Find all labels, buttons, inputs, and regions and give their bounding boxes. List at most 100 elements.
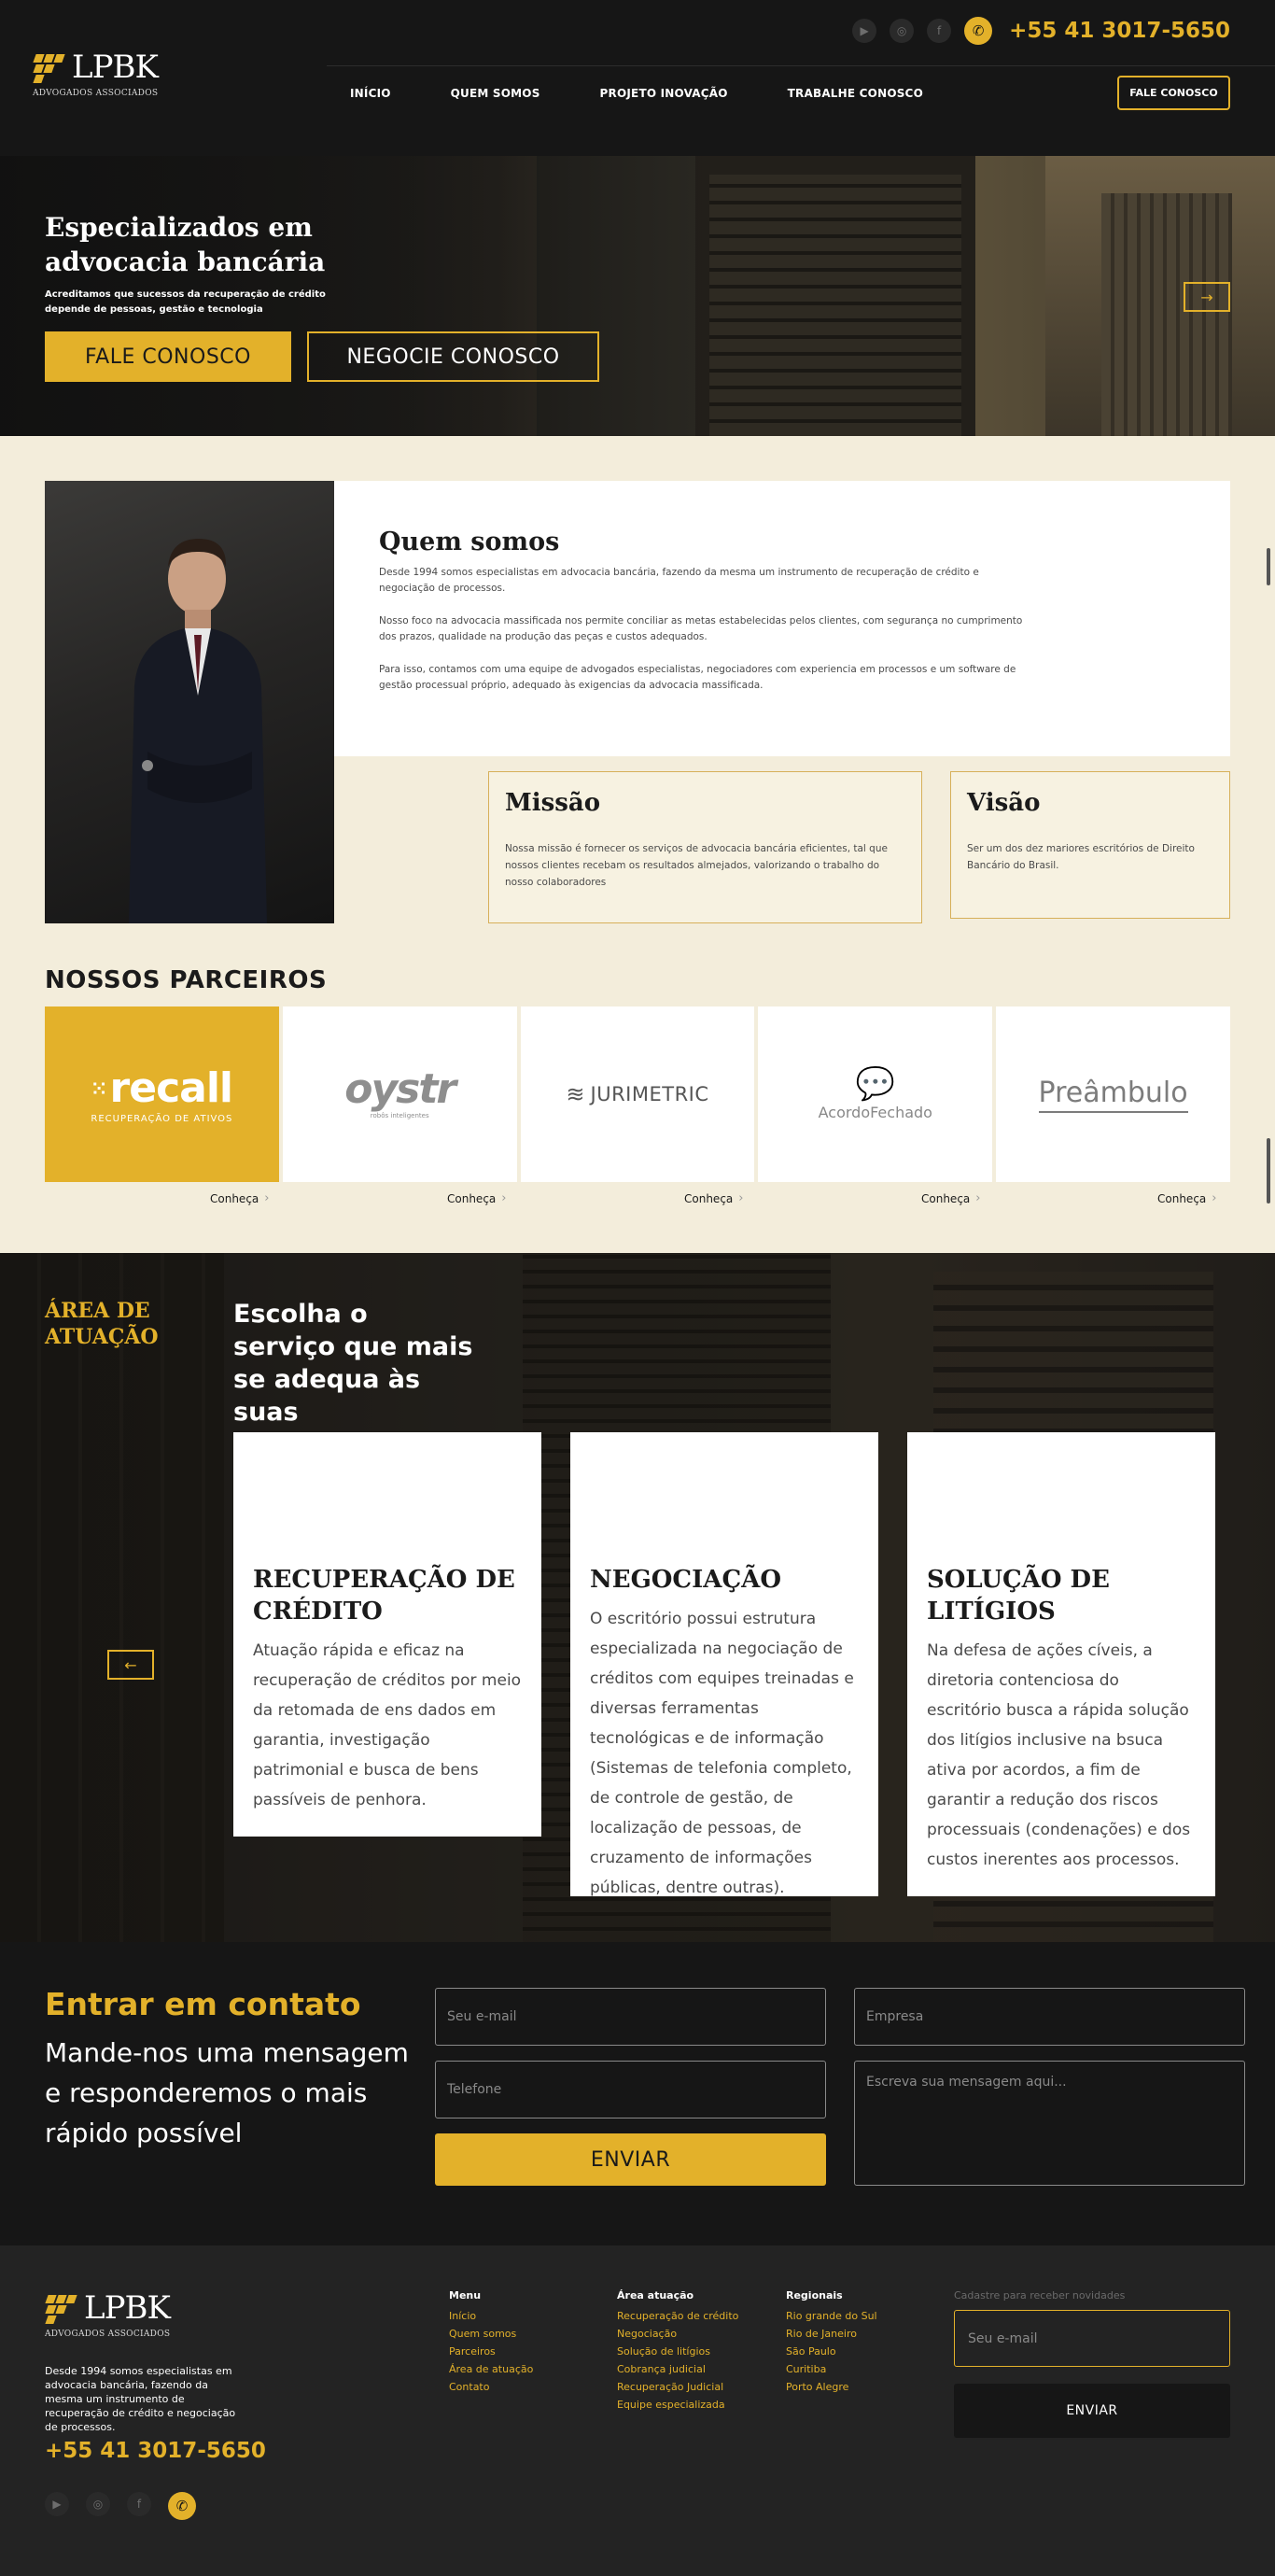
footer-logo[interactable]: LPBK ADVOGADOS ASSOCIADOS: [45, 2289, 171, 2339]
about-person-photo: [45, 481, 334, 923]
service-text: Atuação rápida e eficaz na recuperação d…: [253, 1641, 522, 1809]
partner-link-acordofechado[interactable]: Conheça ›: [921, 1191, 980, 1205]
nav-quem-somos[interactable]: QUEM SOMOS: [451, 87, 540, 100]
email-field[interactable]: Seu e-mail: [435, 1988, 826, 2046]
header-contact-button[interactable]: FALE CONOSCO: [1117, 76, 1230, 110]
logo-mark-icon: [45, 2292, 77, 2324]
hero-negotiate-button[interactable]: NEGOCIE CONOSCO: [307, 331, 599, 382]
footer-link[interactable]: São Paulo: [786, 2343, 877, 2360]
footer-link[interactable]: Solução de litígios: [617, 2343, 738, 2360]
whatsapp-icon[interactable]: ✆: [168, 2492, 196, 2520]
scroll-indicator[interactable]: [1267, 548, 1270, 585]
service-title: NEGOCIAÇÃO: [590, 1566, 781, 1594]
logo-tagline: ADVOGADOS ASSOCIADOS: [45, 2330, 171, 2339]
footer-regionais-title: Regionais: [786, 2289, 843, 2302]
footer-link[interactable]: Início: [449, 2307, 533, 2325]
nav-trabalhe-conosco[interactable]: TRABALHE CONOSCO: [788, 87, 923, 100]
service-card-negociacao[interactable]: NEGOCIAÇÃO O escritório possui estrutura…: [570, 1432, 878, 1897]
area-label: ÁREA DE ATUAÇÃO: [45, 1298, 166, 1350]
area-prev-arrow-icon[interactable]: ←: [107, 1650, 154, 1680]
recall-dots-icon: ⁙: [91, 1077, 107, 1100]
youtube-icon[interactable]: ▶: [45, 2492, 69, 2516]
main-nav: INÍCIO QUEM SOMOS PROJETO INOVAÇÃO TRABA…: [350, 87, 983, 100]
conheca-label: Conheça: [921, 1191, 971, 1205]
footer-link[interactable]: Equipe especializada: [617, 2396, 738, 2414]
hero-contact-button[interactable]: FALE CONOSCO: [45, 331, 291, 382]
footer-menu-title: Menu: [449, 2289, 482, 2302]
service-card-litigios[interactable]: SOLUÇÃO DE LITÍGIOS Na defesa de ações c…: [907, 1432, 1215, 1896]
footer-link[interactable]: Porto Alegre: [786, 2378, 877, 2396]
footer-areas-title: Área atuação: [617, 2289, 694, 2302]
about-paragraph: Nosso foco na advocacia massificada nos …: [379, 615, 1023, 642]
area-label-text: ÁREA DE ATUAÇÃO: [45, 1299, 159, 1349]
nav-projeto-inovacao[interactable]: PROJETO INOVAÇÃO: [600, 87, 728, 100]
footer-link[interactable]: Rio grande do Sul: [786, 2307, 877, 2325]
partner-sub: RECUPERAÇÃO DE ATIVOS: [91, 1114, 233, 1124]
footer-link[interactable]: Rio de Janeiro: [786, 2325, 877, 2343]
partner-link-oystr[interactable]: Conheça ›: [447, 1191, 506, 1205]
instagram-icon[interactable]: ◎: [86, 2492, 110, 2516]
chevron-right-icon: ›: [975, 1191, 981, 1205]
about-title: Quem somos: [379, 528, 560, 556]
partner-jurimetric[interactable]: ≋ JURIMETRIC: [520, 1006, 755, 1182]
chevron-right-icon: ›: [1212, 1191, 1217, 1205]
footer-link[interactable]: Curitiba: [786, 2360, 877, 2378]
partner-link-preambulo[interactable]: Conheça ›: [1157, 1191, 1216, 1205]
vision-title: Visão: [967, 789, 1041, 817]
footer-link[interactable]: Quem somos: [449, 2325, 533, 2343]
partner-name: oystr: [344, 1065, 456, 1113]
service-card-recuperacao[interactable]: RECUPERAÇÃO DE CRÉDITO Atuação rápida e …: [233, 1432, 541, 1837]
contact-section: Entrar em contato Mande-nos uma mensagem…: [0, 1942, 1275, 2245]
phone-field[interactable]: Telefone: [435, 2061, 826, 2119]
partner-recall[interactable]: ⁙ recall RECUPERAÇÃO DE ATIVOS: [45, 1006, 279, 1182]
footer-link[interactable]: Área de atuação: [449, 2360, 533, 2378]
mission-title: Missão: [505, 789, 601, 817]
site-footer: LPBK ADVOGADOS ASSOCIADOS Desde 1994 som…: [0, 2245, 1275, 2576]
hero-next-arrow-icon[interactable]: →: [1184, 282, 1230, 312]
logo-text: LPBK: [84, 2289, 171, 2327]
footer-link[interactable]: Cobrança judicial: [617, 2360, 738, 2378]
partner-oystr[interactable]: oystr robôs inteligentes: [282, 1006, 517, 1182]
speech-bubbles-icon: 💬: [855, 1064, 895, 1103]
partner-link-recall[interactable]: Conheça ›: [210, 1191, 269, 1205]
youtube-icon[interactable]: ▶: [852, 19, 877, 43]
chevron-right-icon: ›: [501, 1191, 507, 1205]
partners-title: NOSSOS PARCEIROS: [45, 966, 328, 994]
newsletter-send-button[interactable]: ENVIAR: [954, 2384, 1230, 2438]
hero-building-windows: [709, 175, 961, 436]
footer-link[interactable]: Recuperação Judicial: [617, 2378, 738, 2396]
message-field[interactable]: Escreva sua mensagem aqui...: [854, 2061, 1245, 2186]
practice-areas-section: ÁREA DE ATUAÇÃO Escolha o serviço que ma…: [0, 1253, 1275, 1942]
facebook-icon[interactable]: f: [127, 2492, 151, 2516]
partner-preambulo[interactable]: Preâmbulo: [996, 1006, 1230, 1182]
chevron-right-icon: ›: [738, 1191, 744, 1205]
nav-inicio[interactable]: INÍCIO: [350, 87, 391, 100]
footer-phone[interactable]: +55 41 3017-5650: [45, 2439, 266, 2463]
footer-link[interactable]: Negociação: [617, 2325, 738, 2343]
facebook-icon[interactable]: f: [927, 19, 952, 43]
top-bar: ▶ ◎ f ✆ +55 41 3017-5650: [852, 17, 1230, 45]
newsletter-label: Cadastre para receber novidades: [954, 2289, 1126, 2302]
conheca-label: Conheça: [1157, 1191, 1207, 1205]
partner-acordofechado[interactable]: 💬 AcordoFechado: [758, 1006, 993, 1182]
header-phone[interactable]: +55 41 3017-5650: [1009, 19, 1230, 43]
vision-text: Ser um dos dez mariores escritórios de D…: [967, 843, 1195, 871]
send-button[interactable]: ENVIAR: [435, 2133, 826, 2186]
newsletter-email-field[interactable]: Seu e-mail: [954, 2310, 1230, 2367]
footer-link[interactable]: Recuperação de crédito: [617, 2307, 738, 2325]
instagram-icon[interactable]: ◎: [890, 19, 915, 43]
contact-subtitle: Mande-nos uma mensagem e responderemos o…: [45, 2037, 409, 2148]
partner-name: JURIMETRIC: [590, 1083, 709, 1105]
conheca-label: Conheça: [684, 1191, 734, 1205]
scroll-indicator[interactable]: [1267, 1138, 1270, 1204]
logo[interactable]: LPBK ADVOGADOS ASSOCIADOS: [33, 51, 159, 98]
header-divider: [327, 65, 1275, 66]
mission-text: Nossa missão é fornecer os serviços de a…: [505, 843, 888, 888]
footer-link[interactable]: Contato: [449, 2378, 533, 2396]
hero-title: Especializados em advocacia bancária: [45, 212, 326, 277]
footer-link[interactable]: Parceiros: [449, 2343, 533, 2360]
footer-areas: Área atuação Recuperação de crédito Nego…: [617, 2289, 738, 2414]
whatsapp-icon[interactable]: ✆: [964, 17, 993, 45]
partner-link-jurimetric[interactable]: Conheça ›: [684, 1191, 743, 1205]
company-field[interactable]: Empresa: [854, 1988, 1245, 2046]
